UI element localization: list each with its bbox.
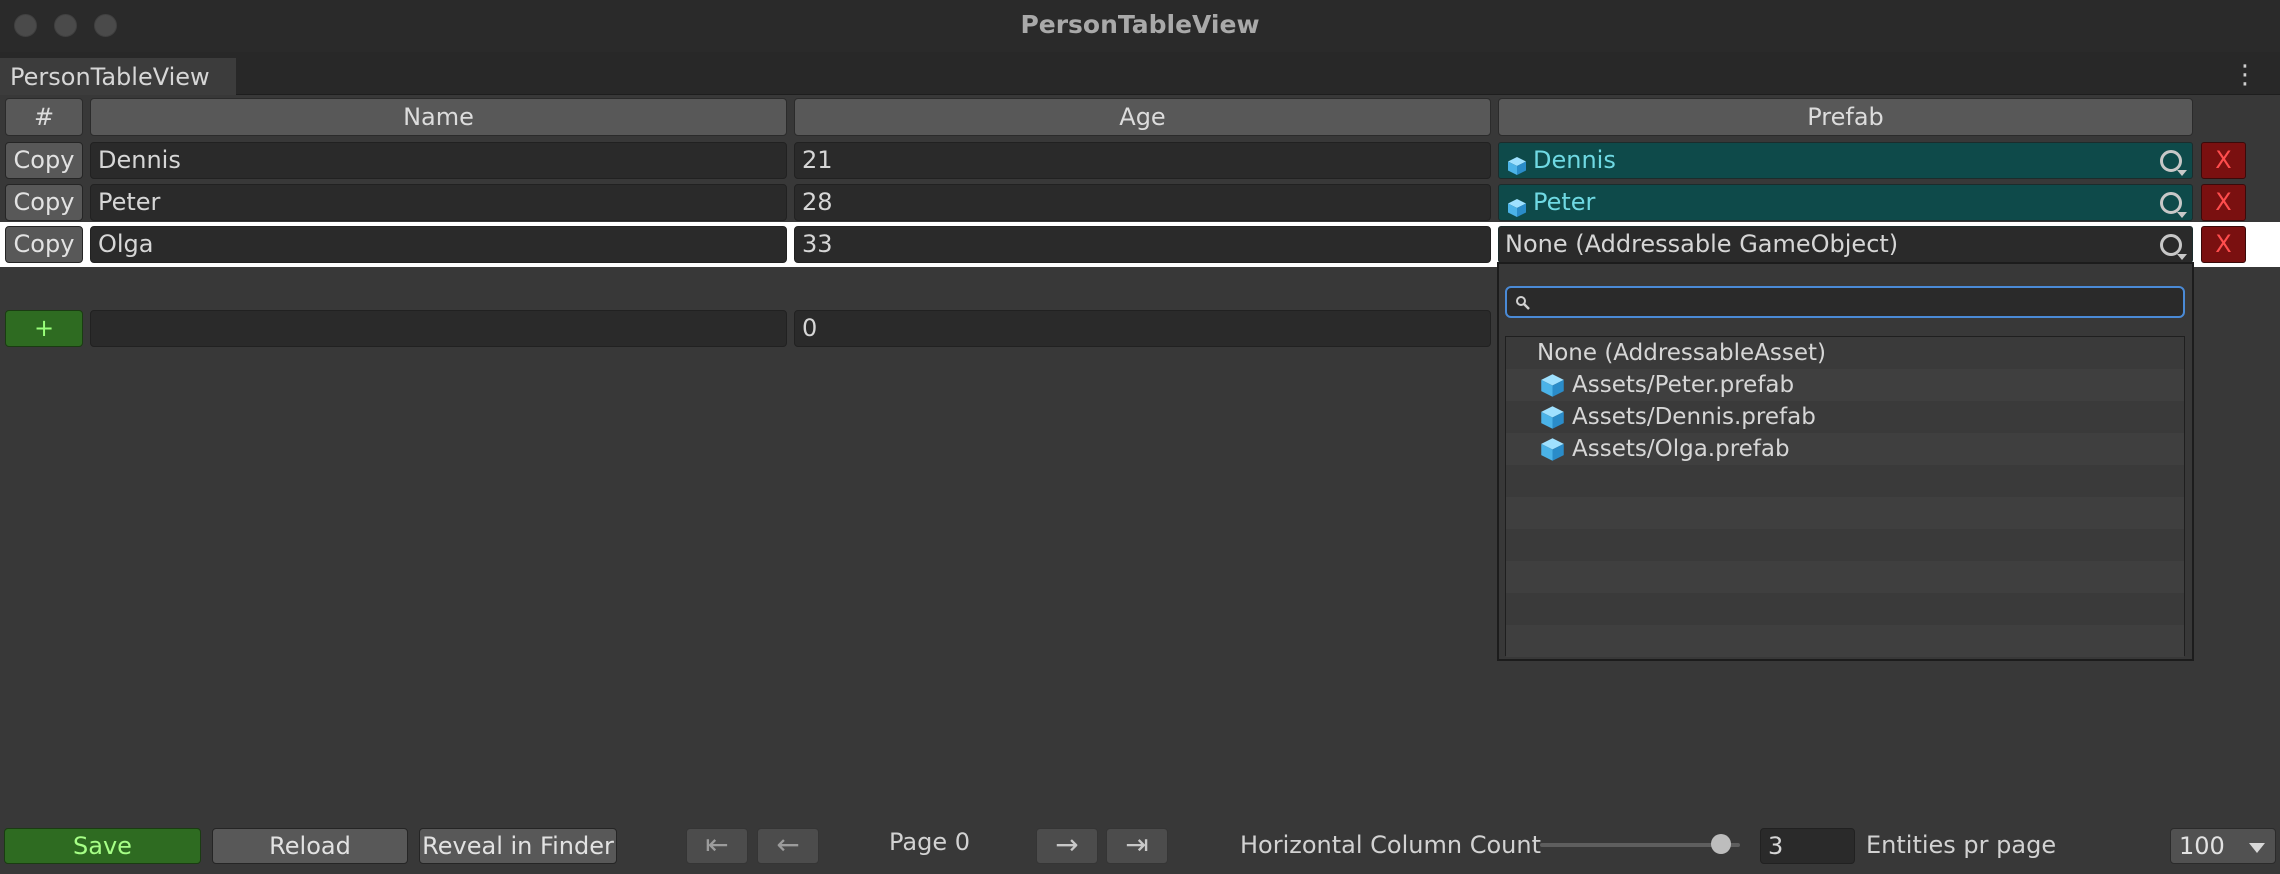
- column-header-name[interactable]: Name: [90, 98, 787, 136]
- horizontal-column-count-label: Horizontal Column Count: [1240, 831, 1541, 859]
- prefab-picker-dropdown: None (AddressableAsset) Assets/Peter.pre…: [1497, 262, 2194, 661]
- prefab-field[interactable]: Dennis: [1498, 142, 2193, 179]
- object-picker-icon[interactable]: [2160, 234, 2187, 260]
- prefab-field[interactable]: Peter: [1498, 184, 2193, 221]
- age-field[interactable]: 33: [794, 226, 1491, 263]
- dropdown-item-label: Assets/Olga.prefab: [1572, 436, 1790, 462]
- first-page-button[interactable]: ⇤: [686, 828, 748, 864]
- page-indicator: Page 0: [889, 828, 970, 856]
- dropdown-item[interactable]: Assets/Dennis.prefab: [1506, 401, 2184, 433]
- prefab-field[interactable]: None (Addressable GameObject): [1498, 226, 2193, 263]
- horizontal-column-count-field[interactable]: 3: [1760, 828, 1855, 864]
- age-field[interactable]: 21: [794, 142, 1491, 179]
- new-name-field[interactable]: [90, 310, 787, 347]
- prefab-field-value: None (Addressable GameObject): [1505, 230, 1899, 258]
- slider-track: [1540, 843, 1740, 847]
- name-field[interactable]: Dennis: [90, 142, 787, 179]
- object-picker-icon[interactable]: [2160, 192, 2187, 218]
- column-header-prefab[interactable]: Prefab: [1498, 98, 2193, 136]
- prefab-cube-icon: [1540, 437, 1565, 462]
- copy-button[interactable]: Copy: [5, 226, 83, 263]
- entities-per-page-label: Entities pr page: [1866, 831, 2057, 859]
- more-options-icon[interactable]: ⋮: [2232, 60, 2258, 90]
- prefab-field-value: Peter: [1533, 188, 1596, 216]
- dropdown-item-label: None (AddressableAsset): [1537, 340, 1826, 366]
- dropdown-item[interactable]: Assets/Olga.prefab: [1506, 433, 2184, 465]
- tab-person-table-view[interactable]: PersonTableView: [0, 58, 236, 95]
- prefab-cube-icon: [1507, 193, 1527, 217]
- dropdown-empty-row: [1506, 497, 2184, 529]
- horizontal-column-count-slider[interactable]: [1540, 828, 1740, 864]
- copy-button[interactable]: Copy: [5, 142, 83, 179]
- name-field[interactable]: Peter: [90, 184, 787, 221]
- name-field[interactable]: Olga: [90, 226, 787, 263]
- dropdown-search-input[interactable]: [1505, 286, 2185, 318]
- next-page-button[interactable]: →: [1036, 828, 1098, 864]
- dropdown-item-label: Assets/Peter.prefab: [1572, 372, 1795, 398]
- dropdown-item-label: Assets/Dennis.prefab: [1572, 404, 1816, 430]
- last-page-button[interactable]: ⇥: [1106, 828, 1168, 864]
- entities-per-page-value: 100: [2179, 832, 2225, 860]
- delete-row-button[interactable]: X: [2201, 142, 2246, 179]
- prefab-field-value: Dennis: [1533, 146, 1616, 174]
- dropdown-empty-row: [1506, 465, 2184, 497]
- column-header-age[interactable]: Age: [794, 98, 1491, 136]
- chevron-down-icon: [2249, 843, 2265, 853]
- dropdown-list: None (AddressableAsset) Assets/Peter.pre…: [1505, 336, 2185, 657]
- prefab-cube-icon: [1540, 405, 1565, 430]
- reload-button[interactable]: Reload: [212, 828, 408, 864]
- reveal-in-finder-button[interactable]: Reveal in Finder: [419, 828, 617, 864]
- dropdown-item[interactable]: None (AddressableAsset): [1506, 337, 2184, 369]
- window-titlebar: PersonTableView: [0, 0, 2280, 52]
- column-header-index[interactable]: #: [5, 98, 83, 136]
- copy-button[interactable]: Copy: [5, 184, 83, 221]
- dropdown-empty-row: [1506, 593, 2184, 625]
- slider-thumb[interactable]: [1711, 834, 1731, 854]
- search-icon: [1516, 296, 1530, 310]
- prefab-cube-icon: [1540, 373, 1565, 398]
- add-row-button[interactable]: +: [5, 310, 83, 347]
- prev-page-button[interactable]: ←: [757, 828, 819, 864]
- dropdown-empty-row: [1506, 529, 2184, 561]
- prefab-cube-icon: [1507, 151, 1527, 175]
- dropdown-item[interactable]: Assets/Peter.prefab: [1506, 369, 2184, 401]
- new-age-field[interactable]: 0: [794, 310, 1491, 347]
- delete-row-button[interactable]: X: [2201, 226, 2246, 263]
- age-field[interactable]: 28: [794, 184, 1491, 221]
- dropdown-empty-row: [1506, 625, 2184, 657]
- tab-bar: PersonTableView ⋮: [0, 52, 2280, 95]
- save-button[interactable]: Save: [4, 828, 201, 864]
- window-title: PersonTableView: [1020, 10, 1260, 39]
- delete-row-button[interactable]: X: [2201, 184, 2246, 221]
- object-picker-icon[interactable]: [2160, 150, 2187, 176]
- dropdown-empty-row: [1506, 561, 2184, 593]
- entities-per-page-select[interactable]: 100: [2170, 828, 2276, 864]
